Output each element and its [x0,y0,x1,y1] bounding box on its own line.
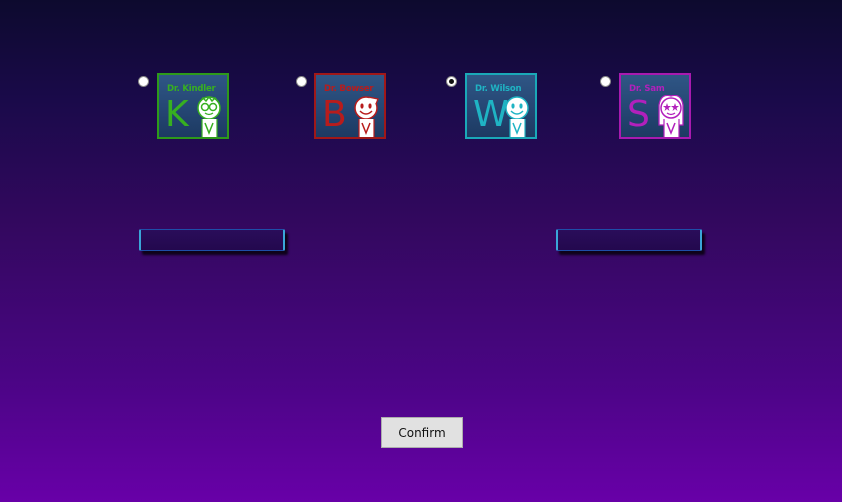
card-dr-bowser[interactable]: Dr. Bowser B [314,73,386,139]
radio-dot [449,79,454,84]
radio-dr-kindler[interactable] [138,76,149,87]
doctor-avatar-smile-icon [505,96,529,137]
card-dr-wilson[interactable]: Dr. Wilson W [465,73,537,139]
radio-dr-bowser[interactable] [296,76,307,87]
right-status-bar [556,229,702,251]
window: { "doctors": [ {"name": "Dr. Kindler", "… [0,0,842,502]
left-status-bar [139,229,285,251]
card-dr-kindler[interactable]: Dr. Kindler K [157,73,229,139]
radio-dr-wilson[interactable] [446,76,457,87]
radio-dr-sam[interactable] [600,76,611,87]
doctor-letter: S [627,94,650,135]
confirm-button[interactable]: Confirm [381,417,463,448]
doctor-avatar-glasses-icon [197,95,221,137]
card-dr-sam[interactable]: Dr. Sam S [619,73,691,139]
doctor-letter: K [165,94,189,135]
doctor-letter: B [322,94,347,135]
doctor-avatar-smile-icon [354,96,379,137]
doctor-avatar-star-eyes-icon [658,95,684,137]
